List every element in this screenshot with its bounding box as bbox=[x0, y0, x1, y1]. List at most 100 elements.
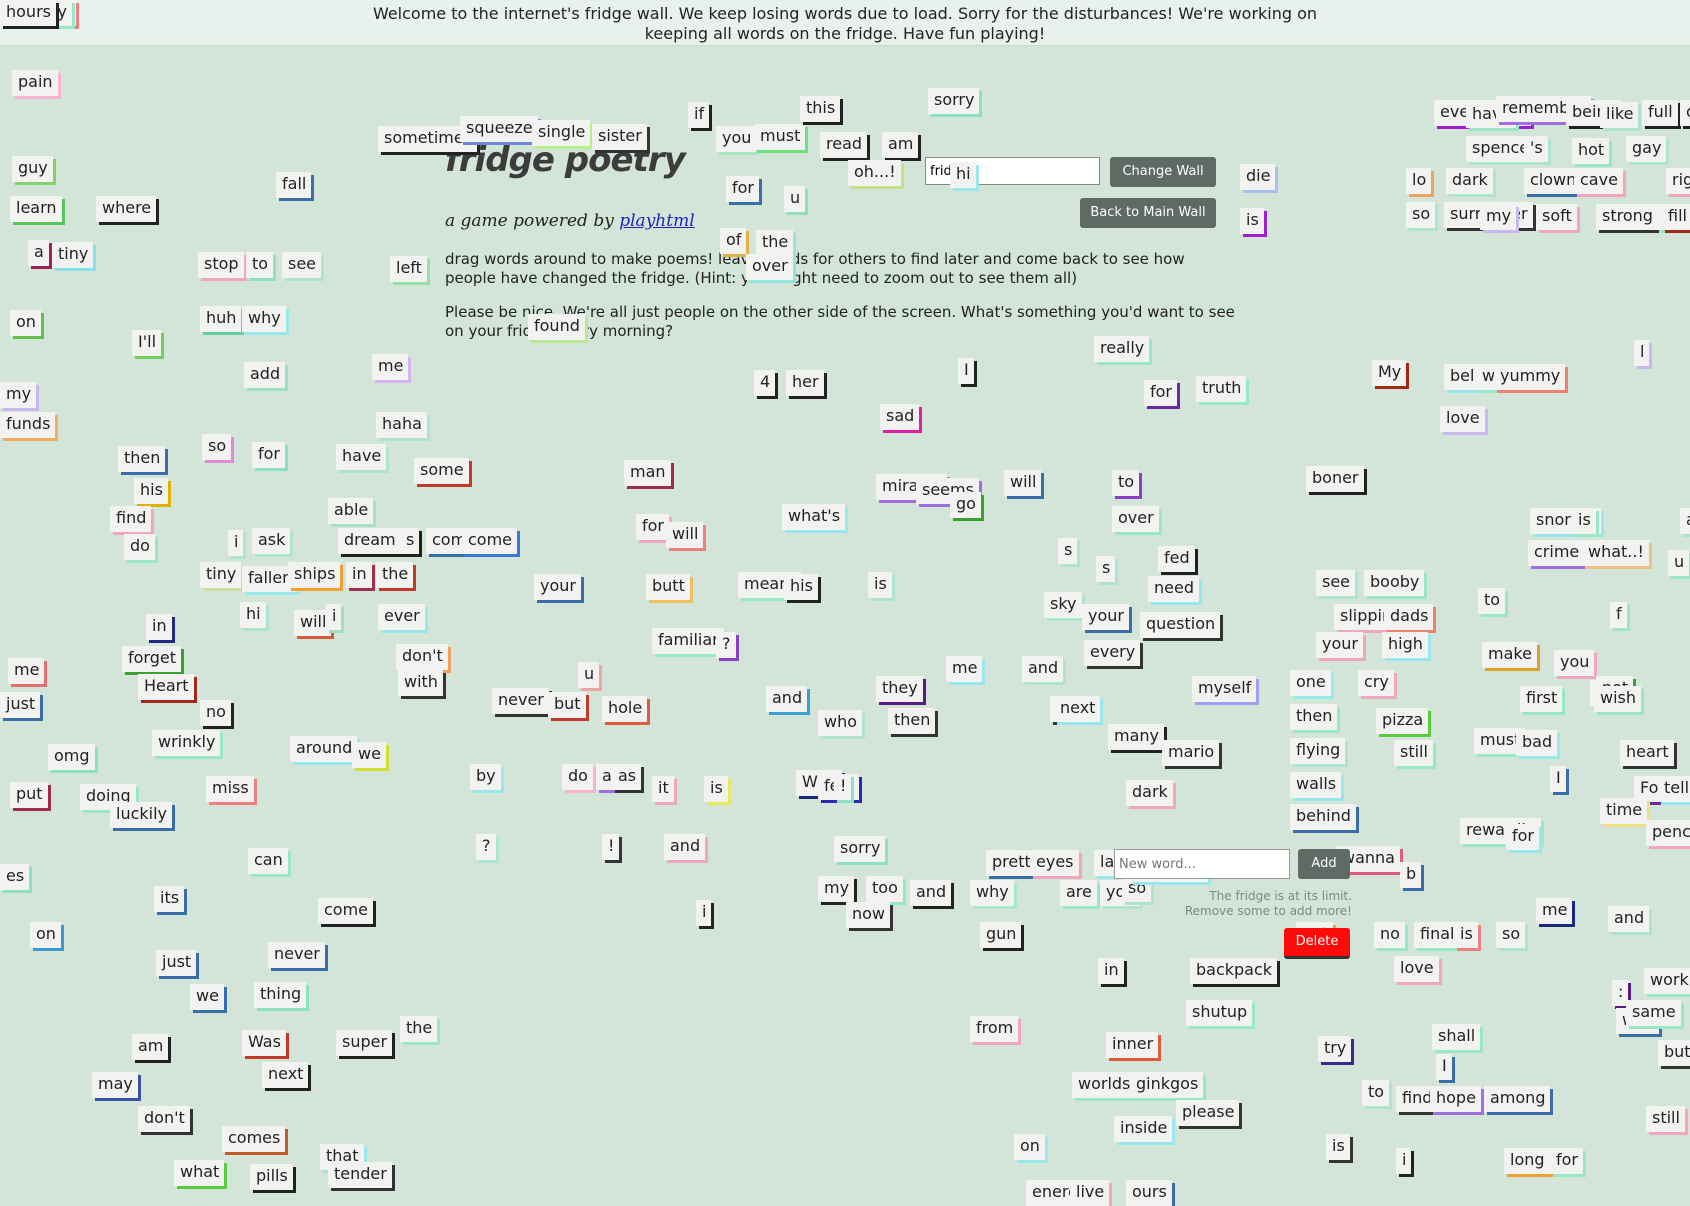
word-magnet[interactable]: behind bbox=[1290, 804, 1356, 830]
word-magnet[interactable]: high bbox=[1382, 632, 1428, 658]
word-magnet[interactable]: luckily bbox=[110, 802, 173, 828]
word-magnet[interactable]: a bbox=[28, 240, 49, 266]
word-magnet[interactable]: shall bbox=[1432, 1024, 1481, 1050]
word-magnet[interactable]: hi bbox=[240, 602, 266, 628]
word-magnet[interactable]: in bbox=[146, 614, 172, 640]
word-magnet[interactable]: do bbox=[562, 764, 593, 790]
word-magnet[interactable]: next bbox=[1054, 696, 1101, 722]
word-magnet[interactable]: we bbox=[190, 984, 224, 1010]
word-magnet[interactable]: myself bbox=[1192, 676, 1257, 702]
word-magnet[interactable]: for bbox=[726, 176, 759, 202]
word-magnet[interactable]: really bbox=[1094, 336, 1150, 362]
word-magnet[interactable]: and bbox=[1608, 906, 1650, 932]
word-magnet[interactable]: omg bbox=[48, 744, 95, 770]
word-magnet[interactable]: never bbox=[268, 942, 325, 968]
word-magnet[interactable]: to bbox=[246, 252, 274, 278]
word-magnet[interactable]: yummy bbox=[1494, 364, 1566, 390]
word-magnet[interactable]: i bbox=[696, 900, 712, 926]
word-magnet[interactable]: is bbox=[1326, 1134, 1350, 1160]
word-magnet[interactable]: crime bbox=[1528, 540, 1585, 566]
word-magnet[interactable]: 's bbox=[1524, 136, 1548, 162]
word-magnet[interactable]: to bbox=[1112, 470, 1140, 496]
word-magnet[interactable]: me bbox=[8, 658, 45, 684]
change-wall-button[interactable]: Change Wall bbox=[1110, 157, 1216, 187]
word-magnet[interactable]: of bbox=[1680, 100, 1690, 126]
word-magnet[interactable]: boner bbox=[1306, 466, 1364, 492]
word-magnet[interactable]: ! bbox=[834, 774, 852, 800]
word-magnet[interactable]: butt bbox=[646, 574, 690, 600]
word-magnet[interactable]: and bbox=[1022, 656, 1064, 682]
word-magnet[interactable]: my bbox=[818, 876, 855, 902]
word-magnet[interactable]: over bbox=[1112, 506, 1159, 532]
word-magnet[interactable]: are bbox=[1060, 880, 1097, 906]
word-magnet[interactable]: have bbox=[336, 444, 387, 470]
word-magnet[interactable]: inside bbox=[1114, 1116, 1173, 1142]
word-magnet[interactable]: soft bbox=[1536, 204, 1577, 230]
word-magnet[interactable]: of bbox=[720, 228, 747, 254]
word-magnet[interactable]: truth bbox=[1196, 376, 1247, 402]
word-magnet[interactable]: es bbox=[0, 864, 30, 890]
word-magnet[interactable]: sorry bbox=[928, 88, 980, 114]
word-magnet[interactable]: eyes bbox=[1030, 850, 1079, 876]
word-magnet[interactable]: lo bbox=[1406, 168, 1432, 194]
word-magnet[interactable]: some bbox=[414, 458, 469, 484]
word-magnet[interactable]: with bbox=[398, 670, 443, 696]
word-magnet[interactable]: able bbox=[328, 498, 374, 524]
word-magnet[interactable]: the bbox=[756, 230, 794, 256]
word-magnet[interactable]: 4 bbox=[754, 370, 776, 396]
word-magnet[interactable]: please bbox=[1176, 1100, 1240, 1126]
word-magnet[interactable]: me bbox=[946, 656, 983, 682]
word-magnet[interactable]: come bbox=[318, 898, 374, 924]
word-magnet[interactable]: am bbox=[882, 132, 919, 158]
word-magnet[interactable]: don't bbox=[396, 644, 448, 670]
word-magnet[interactable]: one bbox=[1290, 670, 1331, 696]
word-magnet[interactable]: i bbox=[228, 530, 244, 556]
word-magnet[interactable]: bad bbox=[1516, 730, 1558, 756]
word-magnet[interactable]: try bbox=[1318, 1036, 1352, 1062]
word-magnet[interactable]: can bbox=[248, 848, 288, 874]
word-magnet[interactable]: no bbox=[200, 700, 231, 726]
word-magnet[interactable]: its bbox=[154, 886, 185, 912]
word-magnet[interactable]: first bbox=[1520, 686, 1563, 712]
word-magnet[interactable]: miss bbox=[206, 776, 254, 802]
word-magnet[interactable]: many bbox=[1108, 724, 1164, 750]
word-magnet[interactable]: on bbox=[1014, 1134, 1045, 1160]
word-magnet[interactable]: huh bbox=[200, 306, 242, 332]
word-magnet[interactable]: put bbox=[10, 782, 48, 808]
word-magnet[interactable]: for bbox=[1144, 380, 1177, 406]
word-magnet[interactable]: never bbox=[492, 688, 549, 714]
word-magnet[interactable]: l bbox=[1634, 340, 1650, 366]
word-magnet[interactable]: Heart bbox=[138, 674, 194, 700]
word-magnet[interactable]: me bbox=[372, 354, 409, 380]
word-magnet[interactable]: where bbox=[96, 196, 157, 222]
word-magnet[interactable]: by bbox=[470, 764, 501, 790]
word-magnet[interactable]: they bbox=[876, 676, 923, 702]
word-magnet[interactable]: why bbox=[242, 306, 286, 332]
word-magnet[interactable]: need bbox=[1148, 576, 1199, 602]
word-magnet[interactable]: u bbox=[784, 186, 806, 212]
word-magnet[interactable]: from bbox=[970, 1016, 1019, 1042]
word-magnet[interactable]: pills bbox=[250, 1164, 293, 1190]
word-magnet[interactable]: haha bbox=[376, 412, 427, 438]
word-magnet[interactable]: thing bbox=[254, 982, 307, 1008]
word-magnet[interactable]: around bbox=[290, 736, 358, 762]
word-magnet[interactable]: no bbox=[1374, 922, 1405, 948]
word-magnet[interactable]: for bbox=[636, 514, 669, 540]
word-magnet[interactable]: s bbox=[1096, 556, 1116, 582]
word-magnet[interactable]: inner bbox=[1106, 1032, 1159, 1058]
word-magnet[interactable]: wish bbox=[1594, 686, 1642, 712]
word-magnet[interactable]: stop bbox=[198, 252, 244, 278]
word-magnet[interactable]: dark bbox=[1446, 168, 1493, 194]
word-magnet[interactable]: the bbox=[400, 1016, 438, 1042]
word-magnet[interactable]: to bbox=[1478, 588, 1506, 614]
word-magnet[interactable]: I'll bbox=[132, 330, 162, 356]
word-magnet[interactable]: ever bbox=[378, 604, 425, 630]
word-magnet[interactable]: gun bbox=[980, 922, 1022, 948]
word-magnet[interactable]: just bbox=[0, 692, 41, 718]
word-magnet[interactable]: clown bbox=[1524, 168, 1582, 194]
word-magnet[interactable]: in bbox=[1098, 958, 1124, 984]
word-magnet[interactable]: must bbox=[754, 124, 806, 150]
word-magnet[interactable]: your bbox=[1316, 632, 1363, 658]
word-magnet[interactable]: i bbox=[1396, 1148, 1412, 1174]
word-magnet[interactable]: his bbox=[784, 574, 818, 600]
